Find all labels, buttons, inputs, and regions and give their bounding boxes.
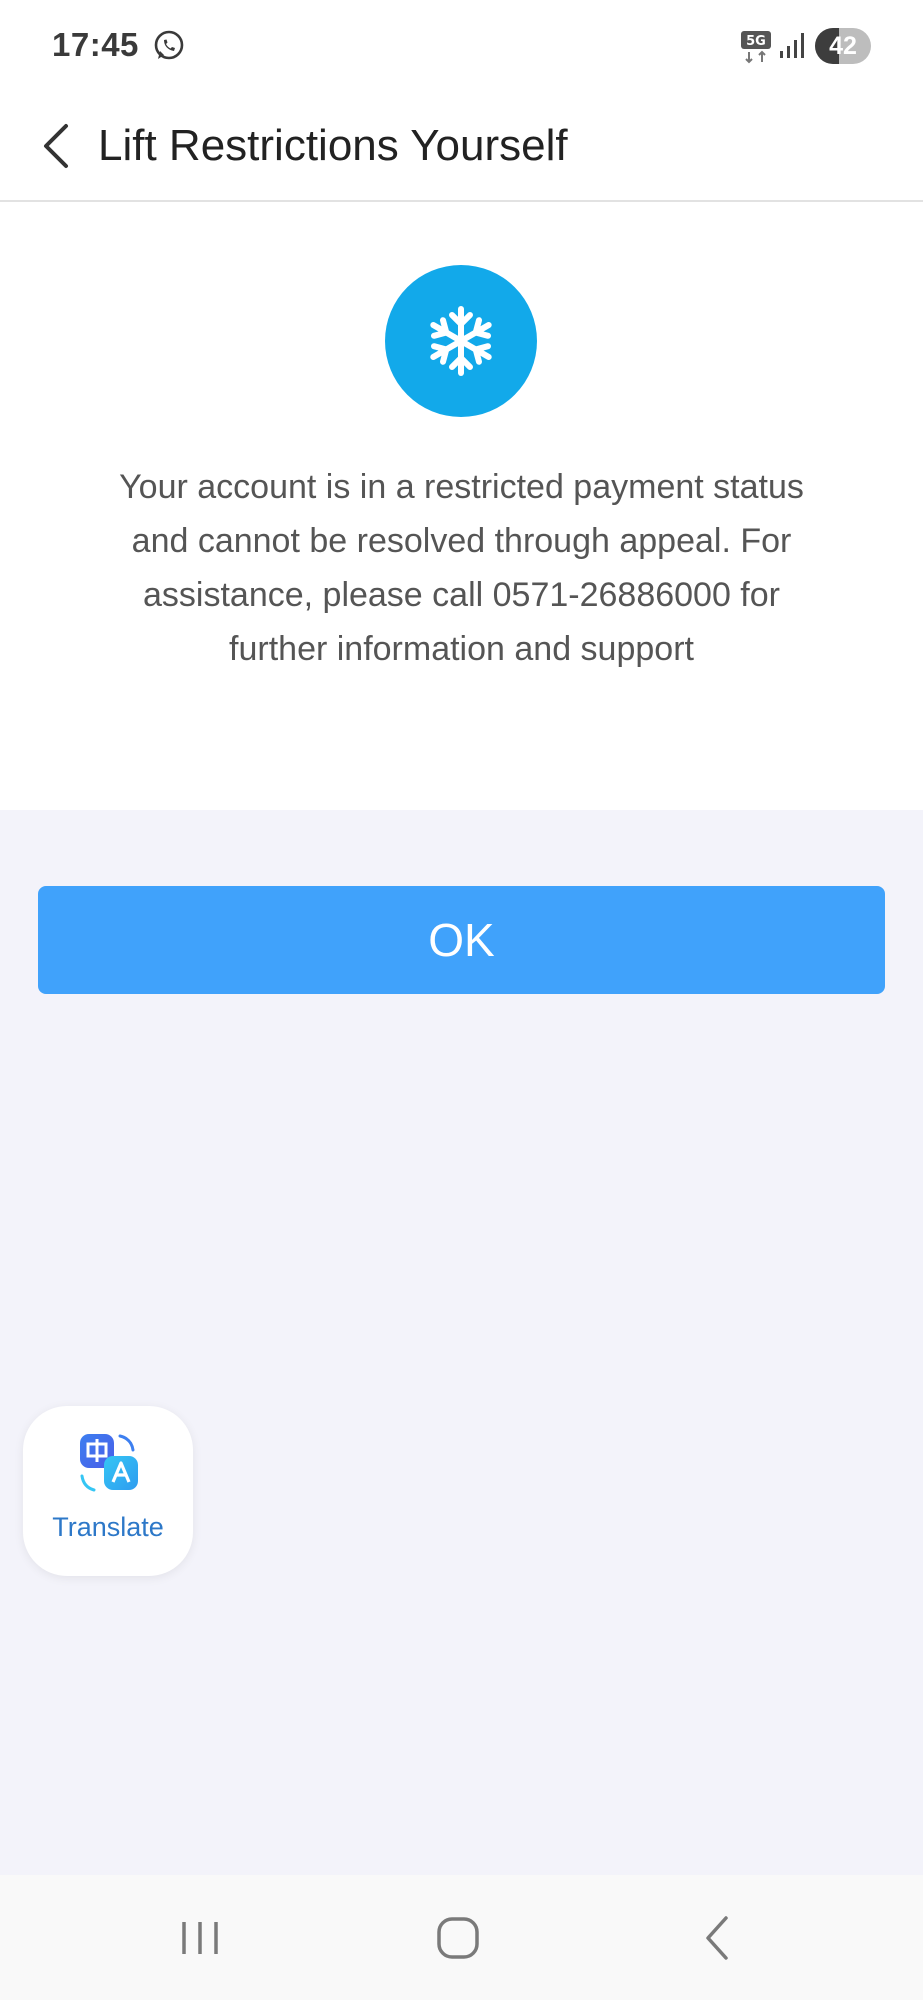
signal-icon bbox=[780, 33, 804, 58]
translate-label: Translate bbox=[52, 1512, 164, 1542]
page: 17:45 5G 42 Lift Restrictions Yourself Y… bbox=[0, 0, 923, 2000]
status-bar: 17:45 5G 42 bbox=[0, 0, 923, 92]
battery-level: 42 bbox=[829, 31, 857, 60]
restriction-message: Your account is in a restricted payment … bbox=[119, 468, 804, 668]
system-back-button[interactable] bbox=[657, 1875, 777, 2000]
home-button[interactable] bbox=[398, 1875, 518, 2000]
chevron-left-icon bbox=[44, 124, 68, 168]
ok-button[interactable]: OK bbox=[38, 886, 885, 994]
navigation-bar bbox=[0, 1875, 923, 2000]
network-5g-icon: 5G bbox=[741, 31, 771, 64]
translate-widget[interactable]: Translate bbox=[23, 1406, 193, 1576]
info-card: Your account is in a restricted payment … bbox=[0, 202, 923, 810]
recent-apps-button[interactable] bbox=[140, 1875, 260, 2000]
header: Lift Restrictions Yourself bbox=[0, 92, 923, 202]
snowflake-icon bbox=[385, 265, 537, 417]
page-title: Lift Restrictions Yourself bbox=[98, 121, 568, 170]
status-time: 17:45 bbox=[52, 26, 139, 63]
back-button[interactable] bbox=[26, 114, 86, 178]
home-icon bbox=[437, 1916, 479, 1959]
back-icon bbox=[706, 1915, 728, 1960]
battery-indicator: 42 bbox=[815, 28, 871, 64]
translate-icon bbox=[80, 1434, 138, 1492]
network-5g-label: 5G bbox=[746, 34, 766, 49]
whatsapp-icon bbox=[154, 30, 184, 60]
recent-apps-icon bbox=[182, 1921, 218, 1954]
